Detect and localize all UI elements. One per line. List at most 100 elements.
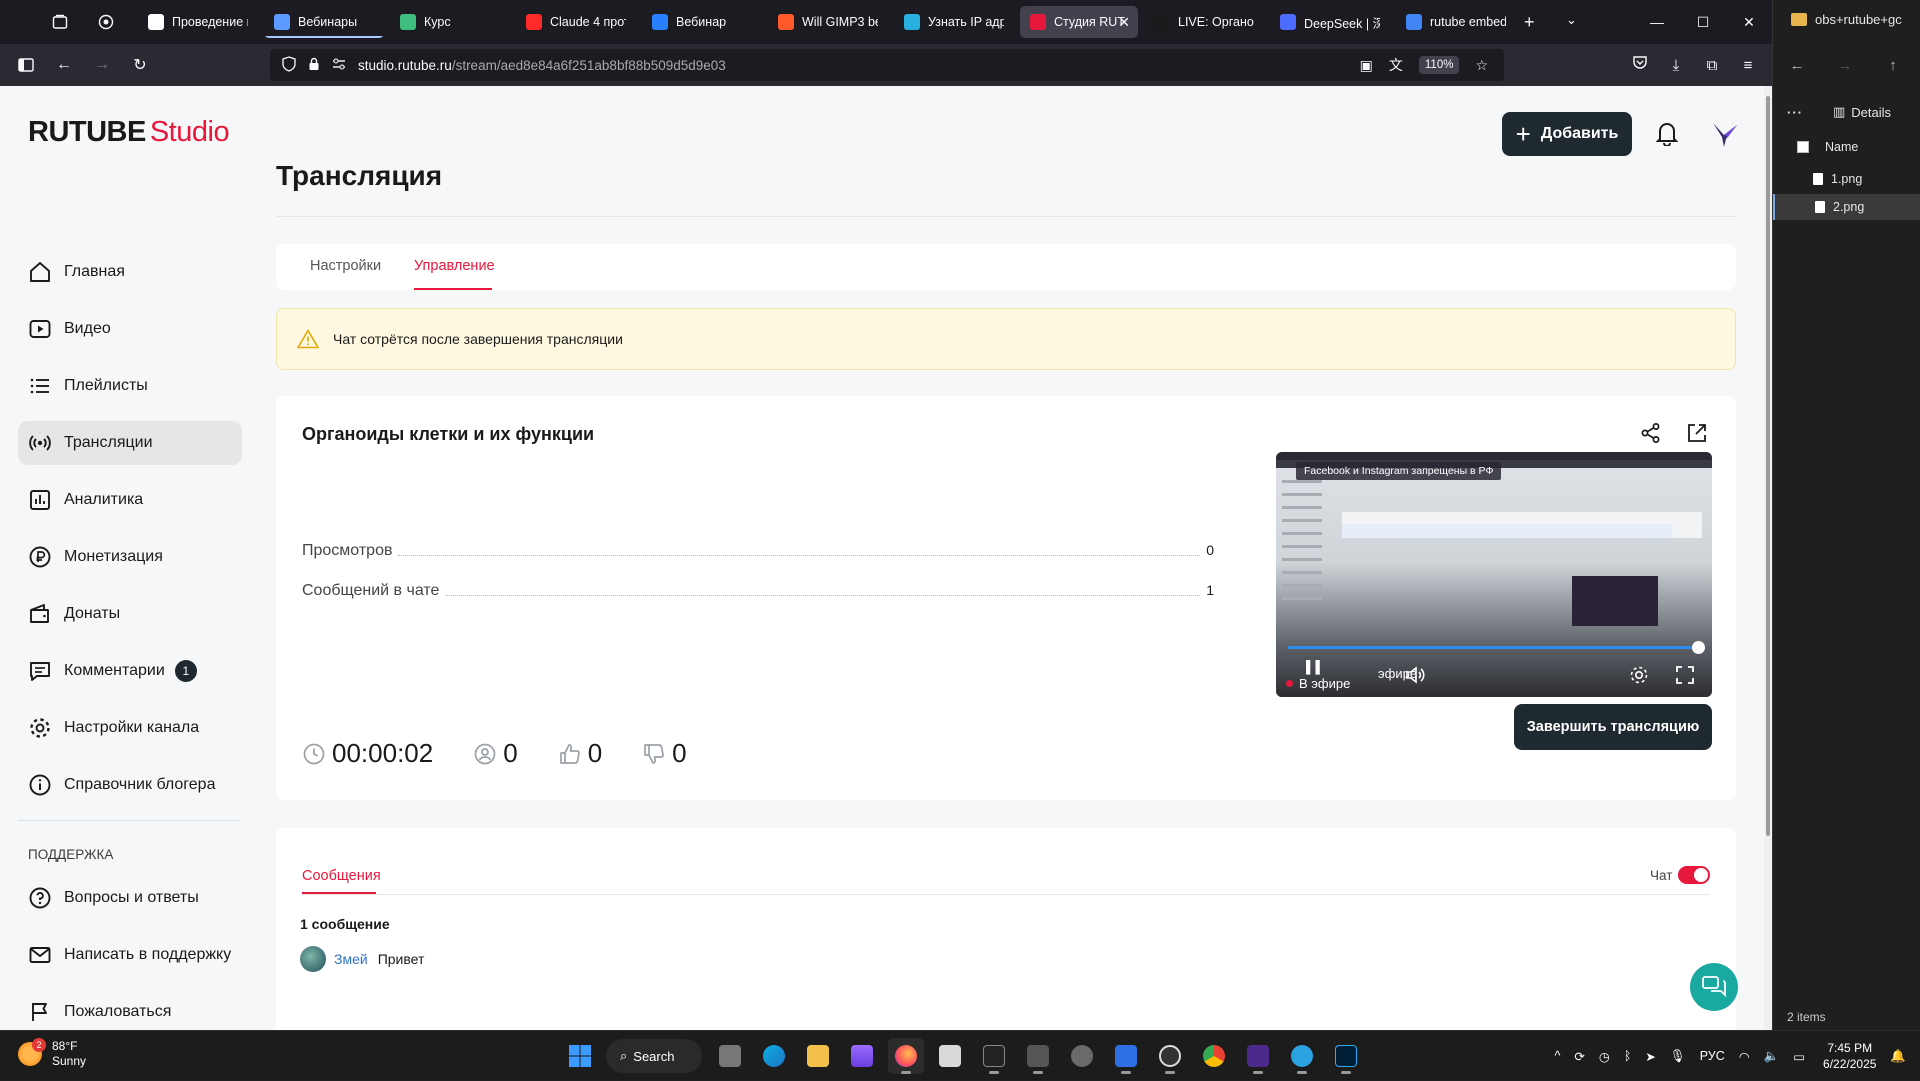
back-button[interactable]: ←	[46, 47, 82, 83]
settings-gear-icon[interactable]	[1628, 664, 1650, 686]
calculator-icon[interactable]	[932, 1038, 968, 1074]
sidebar-item-playlist[interactable]: Плейлисты	[18, 364, 242, 408]
sidebar-item-home[interactable]: Главная	[18, 250, 242, 294]
browser-tab[interactable]: Узнать IP адре	[894, 6, 1014, 38]
pocket-icon[interactable]	[1622, 56, 1658, 74]
notification-center-icon[interactable]: 🔔	[1890, 1049, 1906, 1064]
forward-button[interactable]: →	[1821, 57, 1869, 74]
tray-overflow-chevron-icon[interactable]: ^	[1555, 1049, 1561, 1063]
file-explorer-icon[interactable]	[800, 1038, 836, 1074]
pause-icon[interactable]: ▌▌	[1306, 660, 1325, 674]
clock-app-icon[interactable]: ◷	[1599, 1049, 1610, 1064]
downloads-icon[interactable]: ⤓	[1658, 57, 1694, 74]
more-options-icon[interactable]: ···	[1787, 105, 1803, 120]
wifi-icon[interactable]: ◠	[1739, 1049, 1750, 1064]
bluetooth-icon[interactable]: ᛒ	[1624, 1049, 1632, 1063]
app-icon[interactable]	[844, 1038, 880, 1074]
browser-tab[interactable]: Вебинар	[642, 6, 762, 38]
open-external-icon[interactable]	[1686, 422, 1708, 444]
browser-tab[interactable]: Вебинары	[264, 6, 384, 38]
start-button[interactable]	[562, 1038, 598, 1074]
address-bar[interactable]: studio.rutube.ru/stream/aed8e84a6f251ab8…	[270, 49, 1504, 81]
permissions-icon[interactable]	[332, 58, 346, 73]
back-button[interactable]: ←	[1773, 57, 1821, 74]
progress-knob[interactable]	[1692, 641, 1705, 654]
scrollbar-thumb[interactable]	[1766, 96, 1770, 836]
tab-close-icon[interactable]: ✕	[1118, 14, 1130, 31]
browser-tab[interactable]: Курс	[390, 6, 510, 38]
todo-icon[interactable]	[1108, 1038, 1144, 1074]
browser-tab[interactable]: Claude 4 прот	[516, 6, 636, 38]
file-item[interactable]: 1.png	[1773, 166, 1920, 192]
translate-icon[interactable]: 文	[1389, 55, 1403, 75]
sidebar-item-comment[interactable]: Комментарии 1	[18, 649, 242, 693]
support-chat-button[interactable]	[1690, 963, 1738, 1011]
extensions-icon[interactable]: ⧉	[1694, 57, 1730, 74]
sidebar-item-gear[interactable]: Настройки канала	[18, 706, 242, 750]
browser-tab[interactable]: rutube embed	[1396, 6, 1516, 38]
sidebar-item-broadcast[interactable]: Трансляции	[18, 421, 242, 465]
tab-overview-icon[interactable]	[38, 0, 82, 44]
bookmark-star-icon[interactable]: ☆	[1475, 57, 1488, 74]
browser-tab[interactable]: Проведение в	[138, 6, 258, 38]
forward-button[interactable]: →	[84, 47, 120, 83]
zoom-level[interactable]: 110%	[1418, 56, 1460, 74]
telegram-icon[interactable]	[1284, 1038, 1320, 1074]
tab-management[interactable]: Управление	[414, 258, 495, 274]
stream-preview-player[interactable]: Facebook и Instagram запрещены в РФ ▌▌ В…	[1276, 452, 1712, 697]
sidebar-item-mail[interactable]: Написать в поддержку	[18, 933, 242, 977]
reload-button[interactable]: ↻	[122, 47, 158, 83]
maximize-button[interactable]: ☐	[1680, 0, 1726, 44]
sidebar-item-wallet[interactable]: Донаты	[18, 592, 242, 636]
share-icon[interactable]	[1640, 422, 1662, 444]
obs-icon[interactable]	[1152, 1038, 1188, 1074]
progress-bar[interactable]	[1288, 641, 1705, 654]
telegram-tray-icon[interactable]: ➤	[1645, 1049, 1655, 1064]
new-tab-button[interactable]: +	[1524, 12, 1535, 33]
battery-icon[interactable]: ▭	[1793, 1049, 1805, 1064]
chat-toggle[interactable]	[1678, 866, 1710, 884]
column-header-name[interactable]: Name	[1797, 140, 1858, 154]
firefox-icon[interactable]	[888, 1038, 924, 1074]
language-indicator[interactable]: РУС	[1700, 1049, 1725, 1063]
taskbar-clock[interactable]: 7:45 PM 6/22/2025	[1823, 1040, 1876, 1072]
terminal-icon[interactable]	[976, 1038, 1012, 1074]
browser-tab[interactable]: Студия RUT ✕	[1020, 6, 1138, 38]
task-view-icon[interactable]	[712, 1038, 748, 1074]
speaker-icon[interactable]: 🔈	[1764, 1049, 1780, 1064]
chrome-icon[interactable]	[1196, 1038, 1232, 1074]
sidebar-item-analytics[interactable]: Аналитика	[18, 478, 242, 522]
avatar[interactable]	[1710, 119, 1740, 149]
tab-settings[interactable]: Настройки	[310, 258, 381, 274]
sidebar-item-video[interactable]: Видео	[18, 307, 242, 351]
menu-icon[interactable]: ≡	[1730, 57, 1766, 74]
add-button[interactable]: + Добавить	[1502, 112, 1632, 156]
page-scrollbar[interactable]	[1764, 86, 1772, 1030]
minimize-button[interactable]: —	[1634, 0, 1680, 44]
lock-icon[interactable]	[308, 57, 320, 74]
microphone-icon[interactable]: 🎙	[1670, 1049, 1686, 1064]
notification-bell-icon[interactable]	[1654, 120, 1680, 147]
browser-tab[interactable]: Will GIMP3 be	[768, 6, 888, 38]
select-all-checkbox[interactable]	[1797, 141, 1809, 153]
message-author[interactable]: Змей	[334, 951, 368, 967]
tab-list-chevron-icon[interactable]: ⌄	[1566, 12, 1577, 28]
sidebar-item-ruble[interactable]: Монетизация	[18, 535, 242, 579]
app-icon[interactable]	[1240, 1038, 1276, 1074]
settings-icon[interactable]	[1064, 1038, 1100, 1074]
fullscreen-icon[interactable]	[1674, 664, 1696, 686]
end-stream-button[interactable]: Завершить трансляцию	[1514, 704, 1712, 750]
details-button[interactable]: Details	[1851, 105, 1891, 120]
browser-tab[interactable]: DeepSeek | 深	[1270, 6, 1390, 38]
close-window-button[interactable]: ✕	[1726, 0, 1772, 44]
sidebar-toggle-icon[interactable]	[8, 47, 44, 83]
firefox-view-icon[interactable]	[84, 0, 128, 44]
sidebar-item-flag[interactable]: Пожаловаться	[18, 990, 242, 1030]
photoshop-icon[interactable]	[1328, 1038, 1364, 1074]
camera-icon[interactable]	[1020, 1038, 1056, 1074]
avatar[interactable]	[300, 946, 326, 972]
shield-icon[interactable]	[282, 55, 296, 75]
sync-icon[interactable]: ⟳	[1574, 1049, 1584, 1064]
picture-in-picture-icon[interactable]: ▣	[1360, 57, 1373, 74]
taskbar-search[interactable]: ⌕ Search	[606, 1039, 702, 1073]
